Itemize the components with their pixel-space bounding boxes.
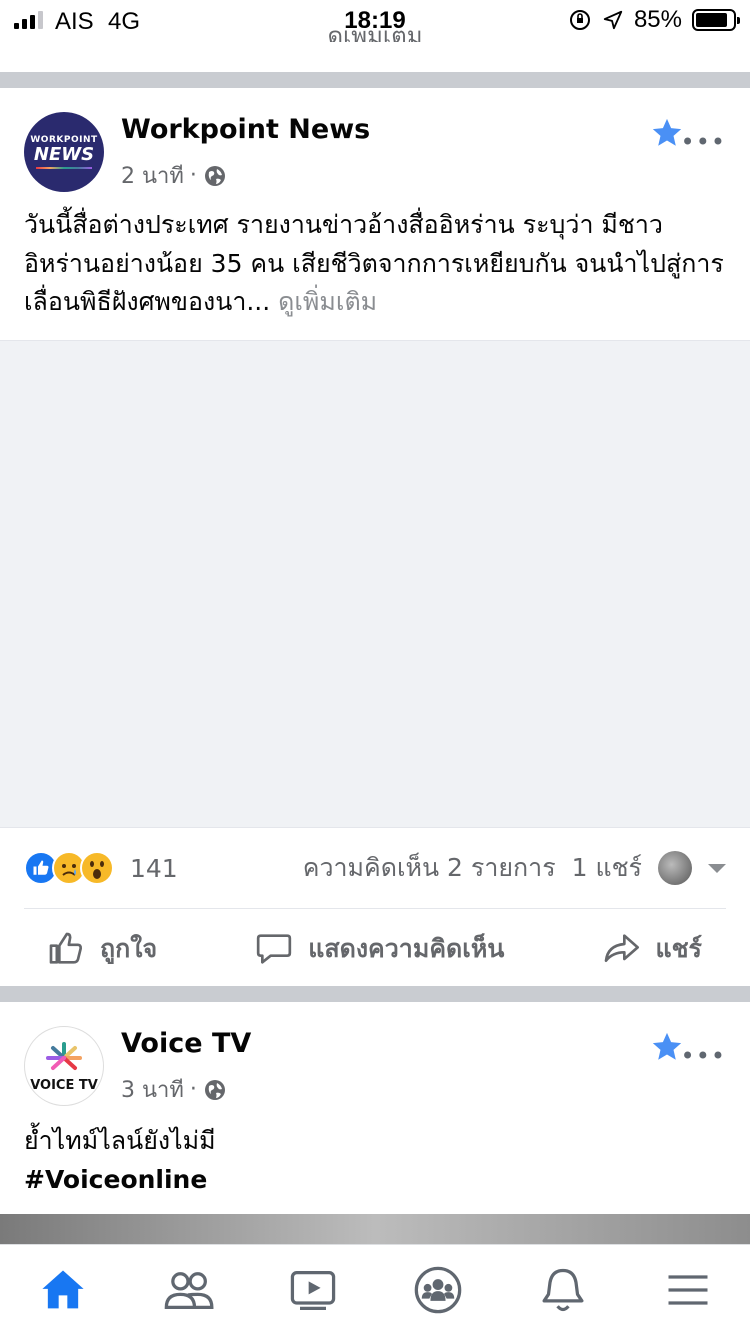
meta-separator: · bbox=[189, 163, 197, 188]
more-options-icon[interactable]: ••• bbox=[681, 1044, 726, 1068]
comment-label: แสดงความคิดเห็น bbox=[308, 933, 505, 963]
favorite-star-icon[interactable] bbox=[650, 1030, 684, 1064]
feed-divider bbox=[0, 986, 750, 1002]
voice-tv-logo-icon bbox=[46, 1041, 82, 1070]
share-button[interactable]: แชร์ bbox=[601, 929, 702, 969]
globe-icon bbox=[204, 1079, 225, 1100]
meta-separator: · bbox=[189, 1077, 197, 1102]
reaction-count[interactable]: 141 bbox=[130, 854, 178, 883]
tab-home[interactable] bbox=[23, 1255, 103, 1325]
notifications-icon bbox=[542, 1268, 583, 1311]
page-name[interactable]: Voice TV bbox=[121, 1028, 251, 1059]
menu-icon bbox=[668, 1274, 707, 1305]
comment-count[interactable]: ความคิดเห็น 2 รายการ bbox=[303, 848, 556, 888]
globe-icon bbox=[204, 165, 225, 186]
tab-notifications[interactable] bbox=[523, 1255, 603, 1325]
post-text: ย้ำไทม์ไลน์ยังไม่มี #Voiceonline bbox=[24, 1122, 726, 1199]
avatar-stripe bbox=[36, 167, 92, 169]
post-time[interactable]: 2 นาที bbox=[121, 158, 184, 193]
reaction-icons bbox=[24, 851, 114, 885]
post-media[interactable] bbox=[0, 340, 750, 828]
tab-groups[interactable] bbox=[398, 1255, 478, 1325]
avatar-label-big: NEWS bbox=[33, 144, 95, 165]
page-avatar[interactable]: VOICE TV bbox=[24, 1026, 104, 1106]
location-icon bbox=[603, 10, 623, 30]
post-meta: 2 นาที · bbox=[121, 158, 227, 193]
home-icon bbox=[41, 1270, 84, 1308]
bottom-navigation bbox=[0, 1244, 750, 1334]
orientation-lock-icon bbox=[569, 10, 590, 30]
chevron-down-icon[interactable] bbox=[708, 863, 726, 873]
post-media[interactable] bbox=[0, 1214, 750, 1244]
friends-icon bbox=[164, 1271, 213, 1309]
see-more-link[interactable]: ดูเพิ่มเติม bbox=[278, 287, 377, 316]
reactions-summary[interactable]: 141 ความคิดเห็น 2 รายการ 1 แชร์ bbox=[24, 828, 726, 908]
tab-menu[interactable] bbox=[648, 1255, 728, 1325]
comment-button[interactable]: แสดงความคิดเห็น bbox=[254, 929, 504, 969]
post-text: วันนี้สื่อต่างประเทศ รายงานข่าวอ้างสื่ออ… bbox=[24, 206, 726, 322]
feed-post: WORKPOINT NEWS Workpoint News 2 นาที · •… bbox=[0, 88, 750, 986]
page-name[interactable]: Workpoint News bbox=[121, 114, 370, 145]
post-header: WORKPOINT NEWS Workpoint News 2 นาที · •… bbox=[24, 112, 726, 192]
viewer-avatar[interactable] bbox=[658, 851, 692, 885]
feed-post: VOICE TV Voice TV 3 นาที · ••• ย้ำไทม์ไล… bbox=[0, 1002, 750, 1244]
wow-reaction-icon bbox=[80, 851, 114, 885]
comment-icon bbox=[257, 933, 292, 964]
watch-icon bbox=[290, 1270, 335, 1310]
like-button[interactable]: ถูกใจ bbox=[46, 929, 157, 969]
like-label: ถูกใจ bbox=[100, 933, 158, 963]
share-count[interactable]: 1 แชร์ bbox=[572, 848, 642, 888]
thumbs-up-icon bbox=[49, 932, 83, 964]
post-meta: 3 นาที · bbox=[121, 1072, 227, 1107]
post-action-bar: ถูกใจ แสดงความคิดเห็น แชร์ bbox=[24, 908, 726, 988]
avatar-label: VOICE TV bbox=[30, 1077, 98, 1093]
hashtag-link[interactable]: #Voiceonline bbox=[24, 1161, 726, 1200]
favorite-star-icon[interactable] bbox=[650, 116, 684, 150]
tab-friends[interactable] bbox=[148, 1255, 228, 1325]
post-time[interactable]: 3 นาที bbox=[121, 1072, 184, 1107]
previous-post-see-more[interactable]: ดูเพิ่มเติม bbox=[0, 30, 750, 42]
post-header: VOICE TV Voice TV 3 นาที · ••• bbox=[24, 1026, 726, 1106]
share-arrow-icon bbox=[605, 933, 640, 962]
more-options-icon[interactable]: ••• bbox=[681, 130, 726, 154]
feed-divider bbox=[0, 72, 750, 88]
page-avatar[interactable]: WORKPOINT NEWS bbox=[24, 112, 104, 192]
share-label: แชร์ bbox=[655, 933, 702, 963]
post-body: ย้ำไทม์ไลน์ยังไม่มี bbox=[24, 1126, 216, 1155]
groups-icon bbox=[414, 1266, 461, 1313]
battery-icon bbox=[692, 9, 740, 31]
tab-watch[interactable] bbox=[273, 1255, 353, 1325]
